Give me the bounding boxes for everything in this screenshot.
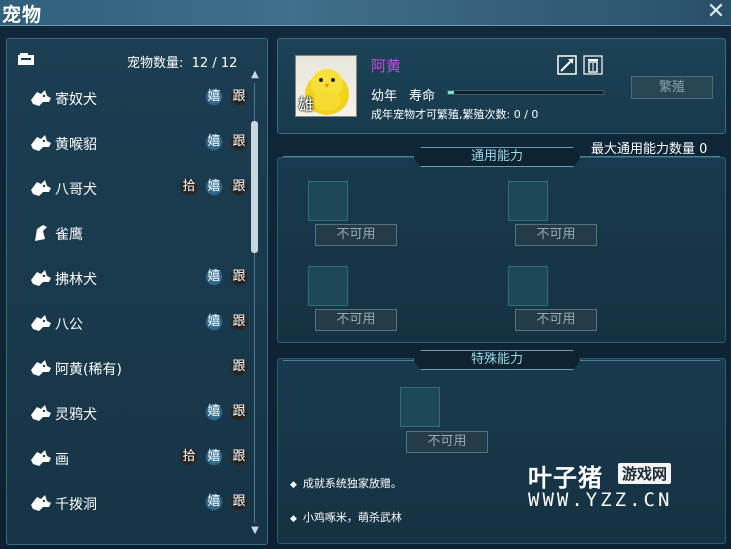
unavailable-button[interactable]: 不可用 xyxy=(406,431,488,453)
scroll-up-icon[interactable]: ▲ xyxy=(248,69,262,81)
pet-skill-badge[interactable]: 嬉 xyxy=(204,132,224,152)
ability-slot[interactable] xyxy=(308,266,348,306)
ability-slot[interactable] xyxy=(508,181,548,221)
pet-skill-badge[interactable]: 跟 xyxy=(229,87,249,107)
scrollbar-thumb[interactable] xyxy=(251,121,258,253)
special-abilities-panel: 不可用 ◆ 成就系统独家放赠。 ◆ 小鸡啄米，萌杀武林 xyxy=(277,358,726,544)
pet-list-item[interactable]: 八公 嬉跟 xyxy=(7,304,249,340)
pet-skill-badge[interactable]: 跟 xyxy=(229,357,249,377)
pet-list-item[interactable]: 雀鹰 xyxy=(7,214,247,250)
ability-slot[interactable] xyxy=(508,266,548,306)
unavailable-button[interactable]: 不可用 xyxy=(315,224,397,246)
unavailable-button[interactable]: 不可用 xyxy=(515,309,597,331)
pet-list-item[interactable]: 灵鸦犬 嬉跟 xyxy=(7,394,249,430)
dog-icon xyxy=(29,178,53,198)
dog-icon xyxy=(29,493,53,513)
pet-skill-badge[interactable]: 跟 xyxy=(229,402,249,422)
pet-list-name: 黄喉貂 xyxy=(55,137,97,153)
life-bar-fill xyxy=(448,91,455,94)
pet-list-item[interactable]: 千拨洞 嬉跟 xyxy=(7,484,249,520)
trash-icon[interactable] xyxy=(583,55,603,75)
dog-icon xyxy=(29,268,53,288)
pet-list-name: 拂林犬 xyxy=(55,272,97,288)
pet-list-name: 八公 xyxy=(55,317,83,333)
scroll-down-icon[interactable]: ▼ xyxy=(248,525,262,537)
pet-skill-badge[interactable]: 嬉 xyxy=(204,447,224,467)
pet-skill-badge[interactable]: 跟 xyxy=(229,177,249,197)
pet-list-item[interactable]: 阿黄(稀有) 跟 xyxy=(7,349,249,385)
pet-skill-badge[interactable]: 跟 xyxy=(229,267,249,287)
pet-skill-badge[interactable]: 嬉 xyxy=(204,177,224,197)
pet-list-name: 画 xyxy=(55,452,69,468)
dog-icon xyxy=(29,88,53,108)
diamond-icon: ◆ xyxy=(290,480,297,490)
pet-list-item[interactable]: 八哥犬 拾嬉跟 xyxy=(7,169,249,205)
pet-skill-badge[interactable]: 跟 xyxy=(229,492,249,512)
unavailable-button[interactable]: 不可用 xyxy=(515,224,597,246)
dog-icon xyxy=(29,403,53,423)
pet-count-max: 12 xyxy=(220,56,238,71)
rename-icon[interactable] xyxy=(557,55,577,75)
common-abilities-panel: 不可用 不可用 不可用 不可用 xyxy=(277,157,726,343)
pet-skill-badge[interactable]: 嬉 xyxy=(204,312,224,332)
dog-icon xyxy=(29,358,53,378)
description-text: 小鸡啄米，萌杀武林 xyxy=(302,511,402,524)
pet-skill-badge[interactable]: 嬉 xyxy=(204,267,224,287)
breed-button[interactable]: 繁殖 xyxy=(631,76,713,99)
special-abilities-header: 特殊能力 xyxy=(413,350,581,370)
pet-avatar[interactable]: 雄 xyxy=(295,55,357,117)
bird-icon xyxy=(29,223,53,243)
unavailable-button[interactable]: 不可用 xyxy=(315,309,397,331)
pet-skill-badge[interactable]: 跟 xyxy=(229,447,249,467)
pet-list-item[interactable]: 黄喉貂 嬉跟 xyxy=(7,124,249,160)
pet-list-panel: 宠物数量: 12 / 12 寄奴犬嬉跟黄喉貂嬉跟八哥犬拾嬉跟雀鹰 拂林犬嬉跟八公嬉… xyxy=(6,38,268,545)
pet-window: 宠物 ✕ 宠物数量: 12 / 12 寄奴犬嬉跟黄喉貂嬉跟八哥犬拾嬉跟雀鹰 拂林犬… xyxy=(0,0,731,549)
pet-count-sep: / xyxy=(212,56,217,71)
ability-slot[interactable] xyxy=(400,387,440,427)
pet-list-name: 八哥犬 xyxy=(55,182,97,198)
ability-slot[interactable] xyxy=(308,181,348,221)
window-title: 宠物 xyxy=(2,4,43,26)
pet-skill-badge[interactable]: 嬉 xyxy=(204,87,224,107)
pet-list-name: 阿黄(稀有) xyxy=(55,362,122,378)
pet-skill-badge[interactable]: 嬉 xyxy=(204,402,224,422)
pet-list-item[interactable]: 画 拾嬉跟 xyxy=(7,439,249,475)
close-icon[interactable]: ✕ xyxy=(705,1,727,23)
pet-skill-badge[interactable]: 嬉 xyxy=(204,492,224,512)
description-line: ◆ 小鸡啄米，萌杀武林 xyxy=(290,509,402,525)
pet-count: 宠物数量: 12 / 12 xyxy=(127,52,237,71)
pet-list-name: 千拨洞 xyxy=(55,497,97,513)
pet-count-label: 宠物数量: xyxy=(127,56,184,71)
pet-name: 阿黄 xyxy=(371,57,402,75)
pet-detail-panel: 雄 阿黄 幼年 寿命 成年宠物才可繁殖,繁殖次数: 0 / 0 繁殖 xyxy=(277,38,726,134)
dog-icon xyxy=(29,448,53,468)
description-text: 成就系统独家放赠。 xyxy=(302,477,402,490)
pet-list-name: 雀鹰 xyxy=(55,227,83,243)
pet-skill-badge[interactable]: 拾 xyxy=(179,177,199,197)
pet-list-name: 灵鸦犬 xyxy=(55,407,97,423)
life-label: 寿命 xyxy=(409,89,436,104)
pet-list-item[interactable]: 寄奴犬 嬉跟 xyxy=(7,79,249,115)
pet-list-icon xyxy=(18,53,34,65)
diamond-icon: ◆ xyxy=(290,514,297,524)
pet-list-item[interactable]: 拂林犬 嬉跟 xyxy=(7,259,249,295)
dog-icon xyxy=(29,133,53,153)
title-bar: 宠物 ✕ xyxy=(0,0,731,26)
life-bar xyxy=(447,90,604,95)
pet-count-current: 12 xyxy=(191,56,209,71)
dog-icon xyxy=(29,313,53,333)
pet-gender: 雄 xyxy=(298,95,315,114)
common-abilities-header: 通用能力 xyxy=(413,147,581,167)
breed-info: 成年宠物才可繁殖,繁殖次数: 0 / 0 xyxy=(371,108,539,121)
description-line: ◆ 成就系统独家放赠。 xyxy=(290,475,402,491)
pet-list-name: 寄奴犬 xyxy=(55,92,97,108)
pet-age: 幼年 xyxy=(371,89,398,104)
pet-skill-badge[interactable]: 拾 xyxy=(179,447,199,467)
pet-skill-badge[interactable]: 跟 xyxy=(229,132,249,152)
max-common-abilities: 最大通用能力数量 0 xyxy=(591,142,708,157)
pet-skill-badge[interactable]: 跟 xyxy=(229,312,249,332)
